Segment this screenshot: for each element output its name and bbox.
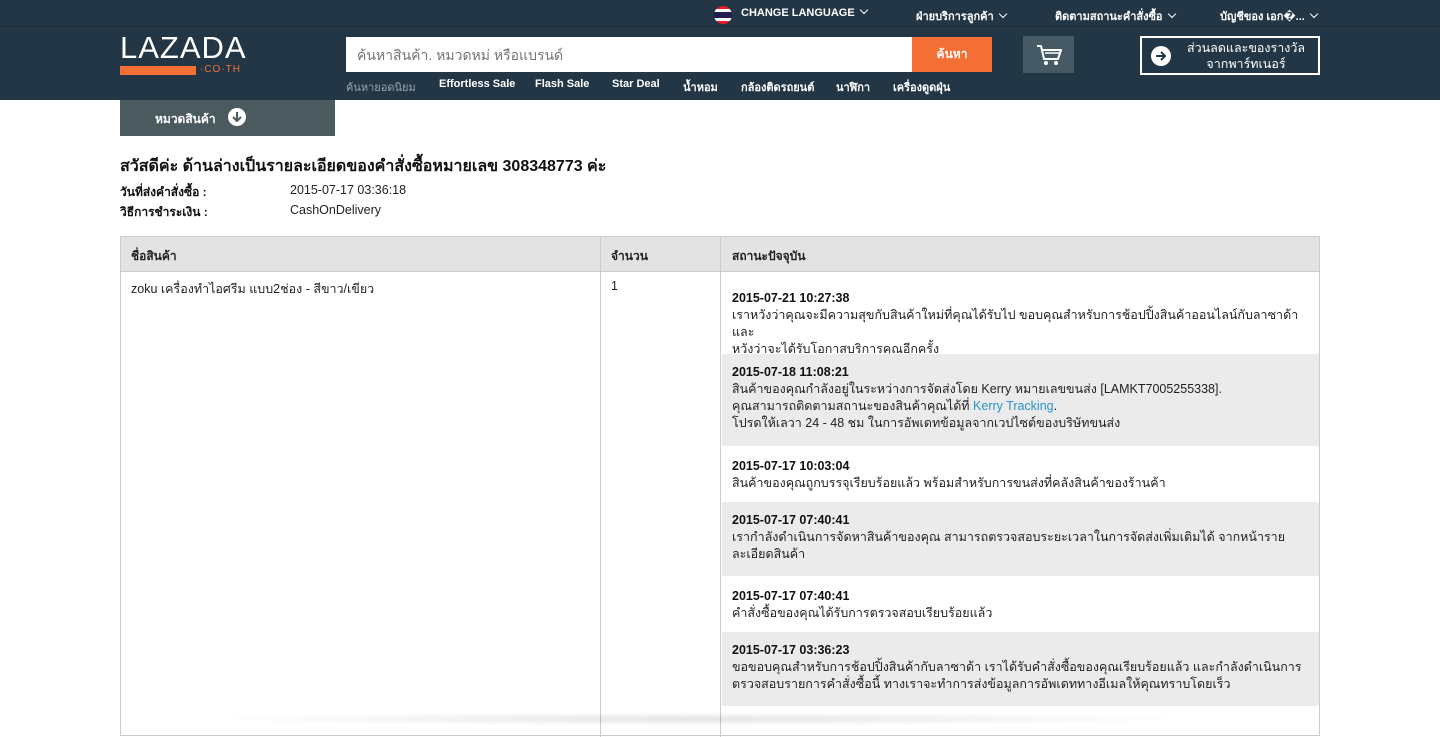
status-text: .: [1053, 399, 1058, 413]
product-name: zoku เครื่องทำไอศรีม แบบ2ช่อง - สีขาว/เข…: [131, 282, 375, 296]
status-text: ตรวจสอบรายการคำสั่งซื้อนี้ ทางเราจะทำการ…: [732, 677, 1231, 691]
status-text: ขอขอบคุณสำหรับการช้อปปิ้งสินค้ากับลาซาด้…: [732, 660, 1302, 674]
column-header-status: สถานะปัจจุบัน: [732, 249, 806, 263]
column-divider: [720, 237, 721, 737]
status-text: คำสั่งซื้อของคุณได้รับการตรวจสอบเรียบร้อ…: [732, 606, 993, 620]
logo-text: LAZADA: [120, 30, 247, 65]
quicklink-flash-sale[interactable]: Flash Sale: [535, 78, 589, 90]
kerry-tracking-link[interactable]: Kerry Tracking: [973, 399, 1054, 413]
site-header: LAZADA ·CO·TH ค้นหา ส่วนลดและของรางวัล จ…: [0, 27, 1440, 100]
status-entry: 2015-07-17 03:36:23 ขอขอบคุณสำหรับการช้อ…: [722, 632, 1319, 706]
chevron-down-icon: [1309, 9, 1319, 19]
lazada-logo[interactable]: LAZADA ·CO·TH: [120, 30, 247, 77]
status-entry: 2015-07-18 11:08:21 สินค้าของคุณกำลังอยู…: [722, 354, 1319, 446]
status-timestamp: 2015-07-21 10:27:38: [732, 291, 850, 305]
customer-service-label: ฝ่ายบริการลูกค้า: [916, 11, 994, 23]
order-date-value: 2015-07-17 03:36:18: [290, 183, 407, 197]
status-entry: 2015-07-21 10:27:38 เราหวังว่าคุณจะมีควา…: [722, 272, 1319, 356]
category-button[interactable]: หมวดสินค้า: [120, 100, 335, 136]
product-quantity: 1: [611, 279, 618, 293]
thai-flag-icon: [714, 6, 732, 24]
status-text: คุณสามารถติดตามสถานะของสินค้าคุณได้ที่: [732, 399, 974, 413]
order-date-label: วันที่ส่งคำสั่งซื้อ :: [120, 185, 207, 199]
customer-service-menu[interactable]: ฝ่ายบริการลูกค้า: [916, 7, 1007, 25]
quicklink-effortless-sale[interactable]: Effortless Sale: [439, 78, 515, 90]
chevron-down-icon: [998, 9, 1007, 19]
promo-line-1: ส่วนลดและของรางวัล: [1186, 41, 1306, 55]
change-language-menu[interactable]: CHANGE LANGUAGE: [741, 5, 868, 19]
payment-method-value: CashOnDelivery: [290, 203, 382, 217]
quicklink-vacuum[interactable]: เครื่องดูดฝุ่น: [893, 78, 950, 96]
status-entry: 2015-07-17 10:03:04 สินค้าของคุณถูกบรรจุ…: [722, 446, 1319, 502]
status-timestamp: 2015-07-17 07:40:41: [732, 589, 850, 603]
track-order-menu[interactable]: ติดตามสถานะคำสั่งซื้อ: [1055, 7, 1176, 25]
partner-promo-button[interactable]: ส่วนลดและของรางวัล จากพาร์ทเนอร์: [1140, 36, 1320, 75]
status-timestamp: 2015-07-17 10:03:04: [732, 459, 850, 473]
status-timestamp: 2015-07-17 07:40:41: [732, 513, 850, 527]
status-text-tracking: คุณสามารถติดตามสถานะของสินค้าคุณได้ที่ K…: [732, 398, 1309, 415]
column-divider: [600, 237, 601, 737]
payment-method-label: วิธีการชำระเงิน :: [120, 205, 208, 219]
track-order-label: ติดตามสถานะคำสั่งซื้อ: [1055, 11, 1163, 23]
status-timestamp: 2015-07-17 03:36:23: [732, 643, 850, 657]
account-label: บัญชีของ เอก�...: [1220, 11, 1305, 23]
quicklink-perfume[interactable]: น้ำหอม: [683, 78, 718, 96]
column-header-product: ชื่อสินค้า: [131, 249, 177, 263]
search-box: [346, 37, 912, 72]
status-timestamp: 2015-07-18 11:08:21: [732, 365, 849, 379]
top-utility-bar: CHANGE LANGUAGE ฝ่ายบริการลูกค้า ติดตามส…: [0, 0, 1440, 27]
arrow-down-icon: [228, 108, 246, 126]
quicklink-watch[interactable]: นาฬิกา: [836, 78, 870, 96]
order-greeting: สวัสดีค่ะ ด้านล่างเป็นรายละเอียดของคำสั่…: [120, 158, 607, 175]
status-entry: 2015-07-17 07:40:41 คำสั่งซื้อของคุณได้ร…: [722, 576, 1319, 632]
cart-icon: [1037, 45, 1062, 65]
search-input[interactable]: [346, 37, 912, 72]
quicklink-popular: ค้นหายอดนิยม: [346, 82, 416, 94]
cart-button[interactable]: [1023, 36, 1074, 73]
promo-text: ส่วนลดและของรางวัล จากพาร์ทเนอร์: [1178, 40, 1314, 72]
column-header-quantity: จำนวน: [611, 249, 648, 263]
arrow-right-icon: [1151, 46, 1171, 66]
status-text: เรากำลังดำเนินการจัดหาสินค้าของคุณ สามาร…: [732, 530, 1286, 544]
status-text: เราหวังว่าคุณจะมีความสุขกับสินค้าใหม่ที่…: [732, 308, 1299, 339]
status-entry: 2015-07-17 07:40:41 เรากำลังดำเนินการจัด…: [722, 502, 1319, 576]
chevron-down-icon: [859, 5, 868, 15]
status-text: ละเอียดสินค้า: [732, 547, 806, 561]
quicklink-star-deal[interactable]: Star Deal: [612, 78, 660, 90]
status-text: สินค้าของคุณถูกบรรจุเรียบร้อยแล้ว พร้อมส…: [732, 476, 1166, 490]
status-text: โปรดให้เลวา 24 - 48 ชม ในการอัพเดทข้อมูล…: [732, 416, 1121, 430]
promo-line-2: จากพาร์ทเนอร์: [1206, 57, 1286, 71]
order-items-table: ชื่อสินค้า จำนวน สถานะปัจจุบัน zoku เครื…: [120, 236, 1320, 737]
logo-domain: ·CO·TH: [200, 64, 241, 75]
category-label: หมวดสินค้า: [155, 112, 216, 126]
chevron-down-icon: [1167, 9, 1176, 19]
status-text: สินค้าของคุณกำลังอยู่ในระหว่างการจัดส่งโ…: [732, 382, 1222, 396]
logo-bar: [120, 66, 196, 75]
change-language-label: CHANGE LANGUAGE: [741, 7, 855, 19]
quicklink-dashcam[interactable]: กล้องติดรถยนต์: [741, 78, 814, 96]
account-menu[interactable]: บัญชีของ เอก�...: [1220, 7, 1319, 25]
search-button[interactable]: ค้นหา: [912, 37, 992, 72]
bottom-shadow: [200, 712, 1200, 726]
